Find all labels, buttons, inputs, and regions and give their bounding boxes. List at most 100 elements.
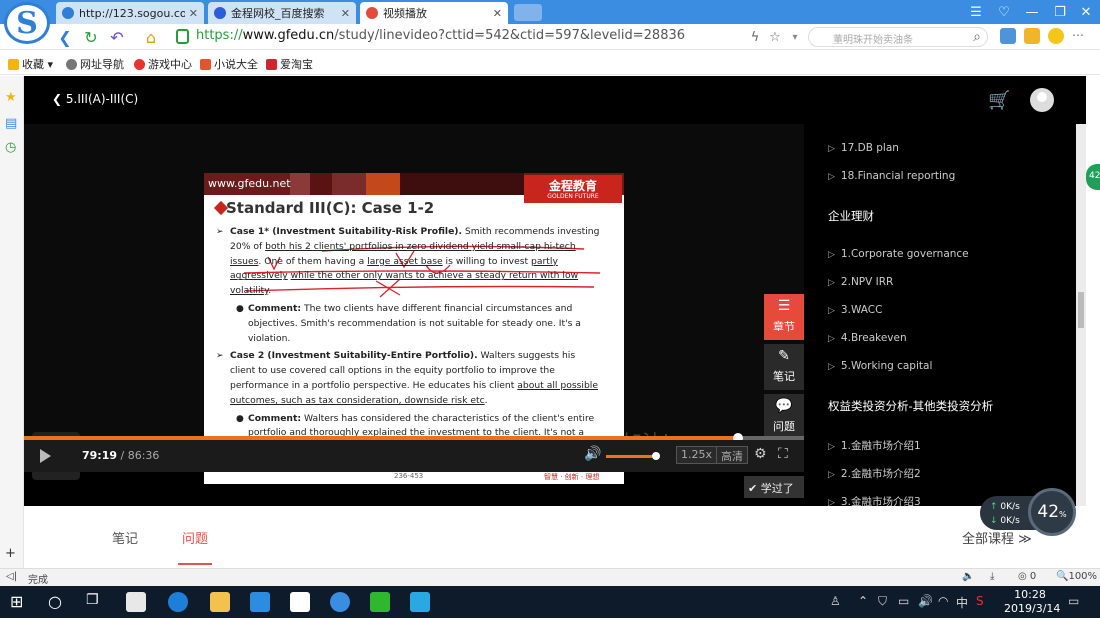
learned-button[interactable]: ✔ 学过了 <box>744 476 804 498</box>
chevron-down-icon[interactable]: ▾ <box>784 27 806 47</box>
mail-icon[interactable] <box>290 592 310 612</box>
close-icon[interactable]: ✕ <box>341 7 350 20</box>
bookmark-novels[interactable]: 小说大全 <box>200 56 258 72</box>
lightning-icon[interactable]: ϟ <box>744 27 766 47</box>
speaker-icon[interactable]: 🔈 <box>962 571 974 582</box>
catalog-item[interactable]: 2.金融市场介绍2 <box>828 466 921 481</box>
new-tab-button[interactable] <box>514 4 542 21</box>
back-icon[interactable]: ❮ <box>54 27 76 47</box>
store-icon[interactable] <box>250 592 270 612</box>
scrollbar-thumb[interactable] <box>1078 292 1084 328</box>
menu-icon[interactable]: ☰ <box>962 0 990 24</box>
notes-icon[interactable]: ▤ <box>5 116 19 131</box>
tab-notes[interactable]: 笔记 <box>112 528 138 547</box>
refresh-icon[interactable]: ↻ <box>80 27 102 47</box>
battery-icon[interactable]: ▭ <box>898 594 909 608</box>
search-input[interactable]: 董明珠开始卖油条 <box>808 27 988 47</box>
volume-slider[interactable] <box>606 452 660 460</box>
bookmark-nav[interactable]: 网址导航 <box>66 56 124 72</box>
quality-button[interactable]: 高清 <box>716 446 748 464</box>
catalog-scrollbar[interactable] <box>1076 124 1086 506</box>
cortana-icon[interactable]: ○ <box>48 592 68 612</box>
sidebar-toggle-icon[interactable]: ◁| <box>6 571 17 582</box>
emoji-icon[interactable] <box>1048 28 1064 44</box>
sogou-ime-icon[interactable]: S <box>976 594 984 608</box>
home-icon[interactable]: ⌂ <box>140 27 162 47</box>
undo-icon[interactable]: ↶ <box>106 27 128 47</box>
star-icon[interactable]: ★ <box>5 90 19 105</box>
shield-icon[interactable]: ⛉ <box>878 594 887 609</box>
more-icon[interactable]: ⋯ <box>1072 28 1088 44</box>
ime-indicator[interactable]: 中 <box>956 594 968 611</box>
address-bar: ❮ ↻ ↶ ⌂ https://www.gfedu.cn/study/linev… <box>0 24 1100 50</box>
clock-icon[interactable]: ◷ <box>5 140 19 155</box>
plus-icon[interactable]: + <box>5 546 19 561</box>
catalog-item[interactable]: 4.Breakeven <box>828 332 907 344</box>
close-icon[interactable]: ✕ <box>493 7 502 20</box>
course-title[interactable]: ❮ 5.III(A)-III(C) <box>52 92 138 106</box>
tool-icon[interactable] <box>1024 28 1040 44</box>
tab-questions[interactable]: 问题 <box>182 528 208 547</box>
person-icon[interactable]: ♙ <box>830 594 841 608</box>
close-icon[interactable]: ✕ <box>189 7 198 20</box>
questions-button[interactable]: 💬 问题 <box>764 394 804 440</box>
sogou-logo[interactable]: S <box>4 2 50 44</box>
catalog-item[interactable]: 5.Working capital <box>828 360 932 372</box>
bookmark-games[interactable]: 游戏中心 <box>134 56 192 72</box>
catalog-group[interactable]: 权益类投资分析-其他类投资分析 <box>828 398 993 414</box>
tab-sogou[interactable]: http://123.sogou.com/ ✕ <box>56 2 204 24</box>
bookmark-taobao[interactable]: 爱淘宝 <box>266 56 313 72</box>
catalog-item[interactable]: 17.DB plan <box>828 142 899 154</box>
catalog-item[interactable]: 3.金融市场介绍3 <box>828 494 921 506</box>
counter[interactable]: ◎ 0 <box>1018 571 1036 582</box>
tab-baidu[interactable]: 金程网校_百度搜索 ✕ <box>208 2 356 24</box>
extension-icon[interactable] <box>1000 28 1016 44</box>
task-view-icon[interactable]: ❐ <box>86 592 106 612</box>
gear-icon[interactable]: ⚙ <box>754 446 767 462</box>
video-canvas[interactable]: www.gfedu.net 金程教育 GOLDEN FUTURE Standard… <box>24 124 804 484</box>
fullscreen-icon[interactable]: ⛶ <box>778 446 788 462</box>
close-window-button[interactable]: ✕ <box>1072 0 1100 24</box>
minimize-button[interactable]: — <box>1018 0 1046 24</box>
catalog-item[interactable]: 1.Corporate governance <box>828 248 969 260</box>
speed-button[interactable]: 1.25x <box>676 446 718 464</box>
comment-1: ● Comment: The two clients have different… <box>236 302 581 344</box>
iqiyi-icon[interactable] <box>370 592 390 612</box>
volume-handle[interactable] <box>651 452 660 460</box>
folder-icon[interactable] <box>210 592 230 612</box>
slide-body: ➢ Case 1* (Investment Suitability-Risk Pr… <box>216 225 602 459</box>
windows-start-icon[interactable]: ⊞ <box>10 592 30 612</box>
network-icon[interactable]: ◠ <box>938 594 948 608</box>
tab-video[interactable]: 视频播放 ✕ <box>360 2 508 24</box>
clock[interactable]: 10:28 2019/3/14 <box>1004 588 1060 616</box>
network-speed-widget[interactable]: ↑ 0K/s ↓ 0K/s 42% <box>980 486 1076 538</box>
catalog-item[interactable]: 18.Financial reporting <box>828 170 955 182</box>
catalog-group[interactable]: 企业理财 <box>828 208 874 224</box>
notes-button[interactable]: ✎ 笔记 <box>764 344 804 390</box>
volume-icon[interactable]: 🔊 <box>584 446 601 462</box>
volume-icon[interactable]: 🔊 <box>918 594 933 608</box>
catalog-item[interactable]: 3.WACC <box>828 304 883 316</box>
url-field[interactable]: https://www.gfedu.cn/study/linevideo?ctt… <box>196 28 685 43</box>
maximize-button[interactable]: ❐ <box>1046 0 1074 24</box>
skin-icon[interactable]: ♡ <box>990 0 1018 24</box>
float-badge[interactable]: 42 <box>1086 164 1100 190</box>
download-icon[interactable]: ⤓ <box>990 571 994 582</box>
sogou-taskbar-icon[interactable] <box>330 592 350 612</box>
star-icon[interactable]: ☆ <box>764 27 786 47</box>
chapters-button[interactable]: ☰ 章节 <box>764 294 804 340</box>
ie-icon[interactable] <box>168 592 188 612</box>
bookmark-favorites[interactable]: 收藏 ▾ <box>8 56 53 72</box>
search-icon[interactable]: ⌕ <box>966 27 988 47</box>
notification-icon[interactable]: ▭ <box>1068 594 1079 608</box>
app-icon[interactable] <box>126 592 146 612</box>
catalog-item[interactable]: 2.NPV IRR <box>828 276 893 288</box>
play-icon[interactable] <box>40 449 51 463</box>
cart-icon[interactable]: 🛒 <box>988 90 1010 111</box>
tab-bar: http://123.sogou.com/ ✕ 金程网校_百度搜索 ✕ 视频播放… <box>0 0 1100 24</box>
zoom-level[interactable]: 🔍100% <box>1056 571 1097 582</box>
avatar[interactable] <box>1030 88 1054 112</box>
chevron-up-icon[interactable]: ⌃ <box>858 594 868 608</box>
player-taskbar-icon[interactable] <box>410 592 430 612</box>
catalog-item[interactable]: 1.金融市场介绍1 <box>828 438 921 453</box>
